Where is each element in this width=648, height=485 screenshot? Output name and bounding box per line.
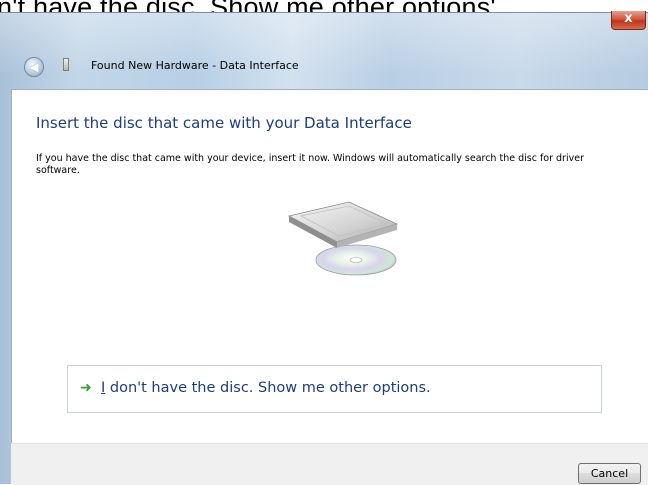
no-disc-option-label[interactable]: I don't have the disc. Show me other opt… xyxy=(101,378,431,398)
no-disc-option[interactable]: ➜ I don't have the disc. Show me other o… xyxy=(67,365,602,413)
content-panel: Insert the disc that came with your Data… xyxy=(11,89,648,444)
back-button[interactable]: ◀ xyxy=(24,57,44,77)
page-heading: Insert the disc that came with your Data… xyxy=(36,114,412,132)
close-button[interactable]: x xyxy=(611,11,646,30)
close-icon: x xyxy=(624,11,633,26)
dialog-window: x ◀ Found New Hardware - Data Interface … xyxy=(0,11,648,485)
option-label-text: don't have the disc. Show me other optio… xyxy=(105,380,431,396)
device-icon xyxy=(63,58,69,71)
green-arrow-icon: ➜ xyxy=(80,380,92,396)
cancel-button[interactable]: Cancel xyxy=(578,463,641,484)
back-arrow-icon: ◀ xyxy=(29,60,39,74)
disc-drive-illustration xyxy=(287,201,399,276)
button-bar: Cancel xyxy=(11,443,648,485)
window-title: Found New Hardware - Data Interface xyxy=(91,59,299,72)
instruction-text: If you have the disc that came with your… xyxy=(36,153,584,176)
